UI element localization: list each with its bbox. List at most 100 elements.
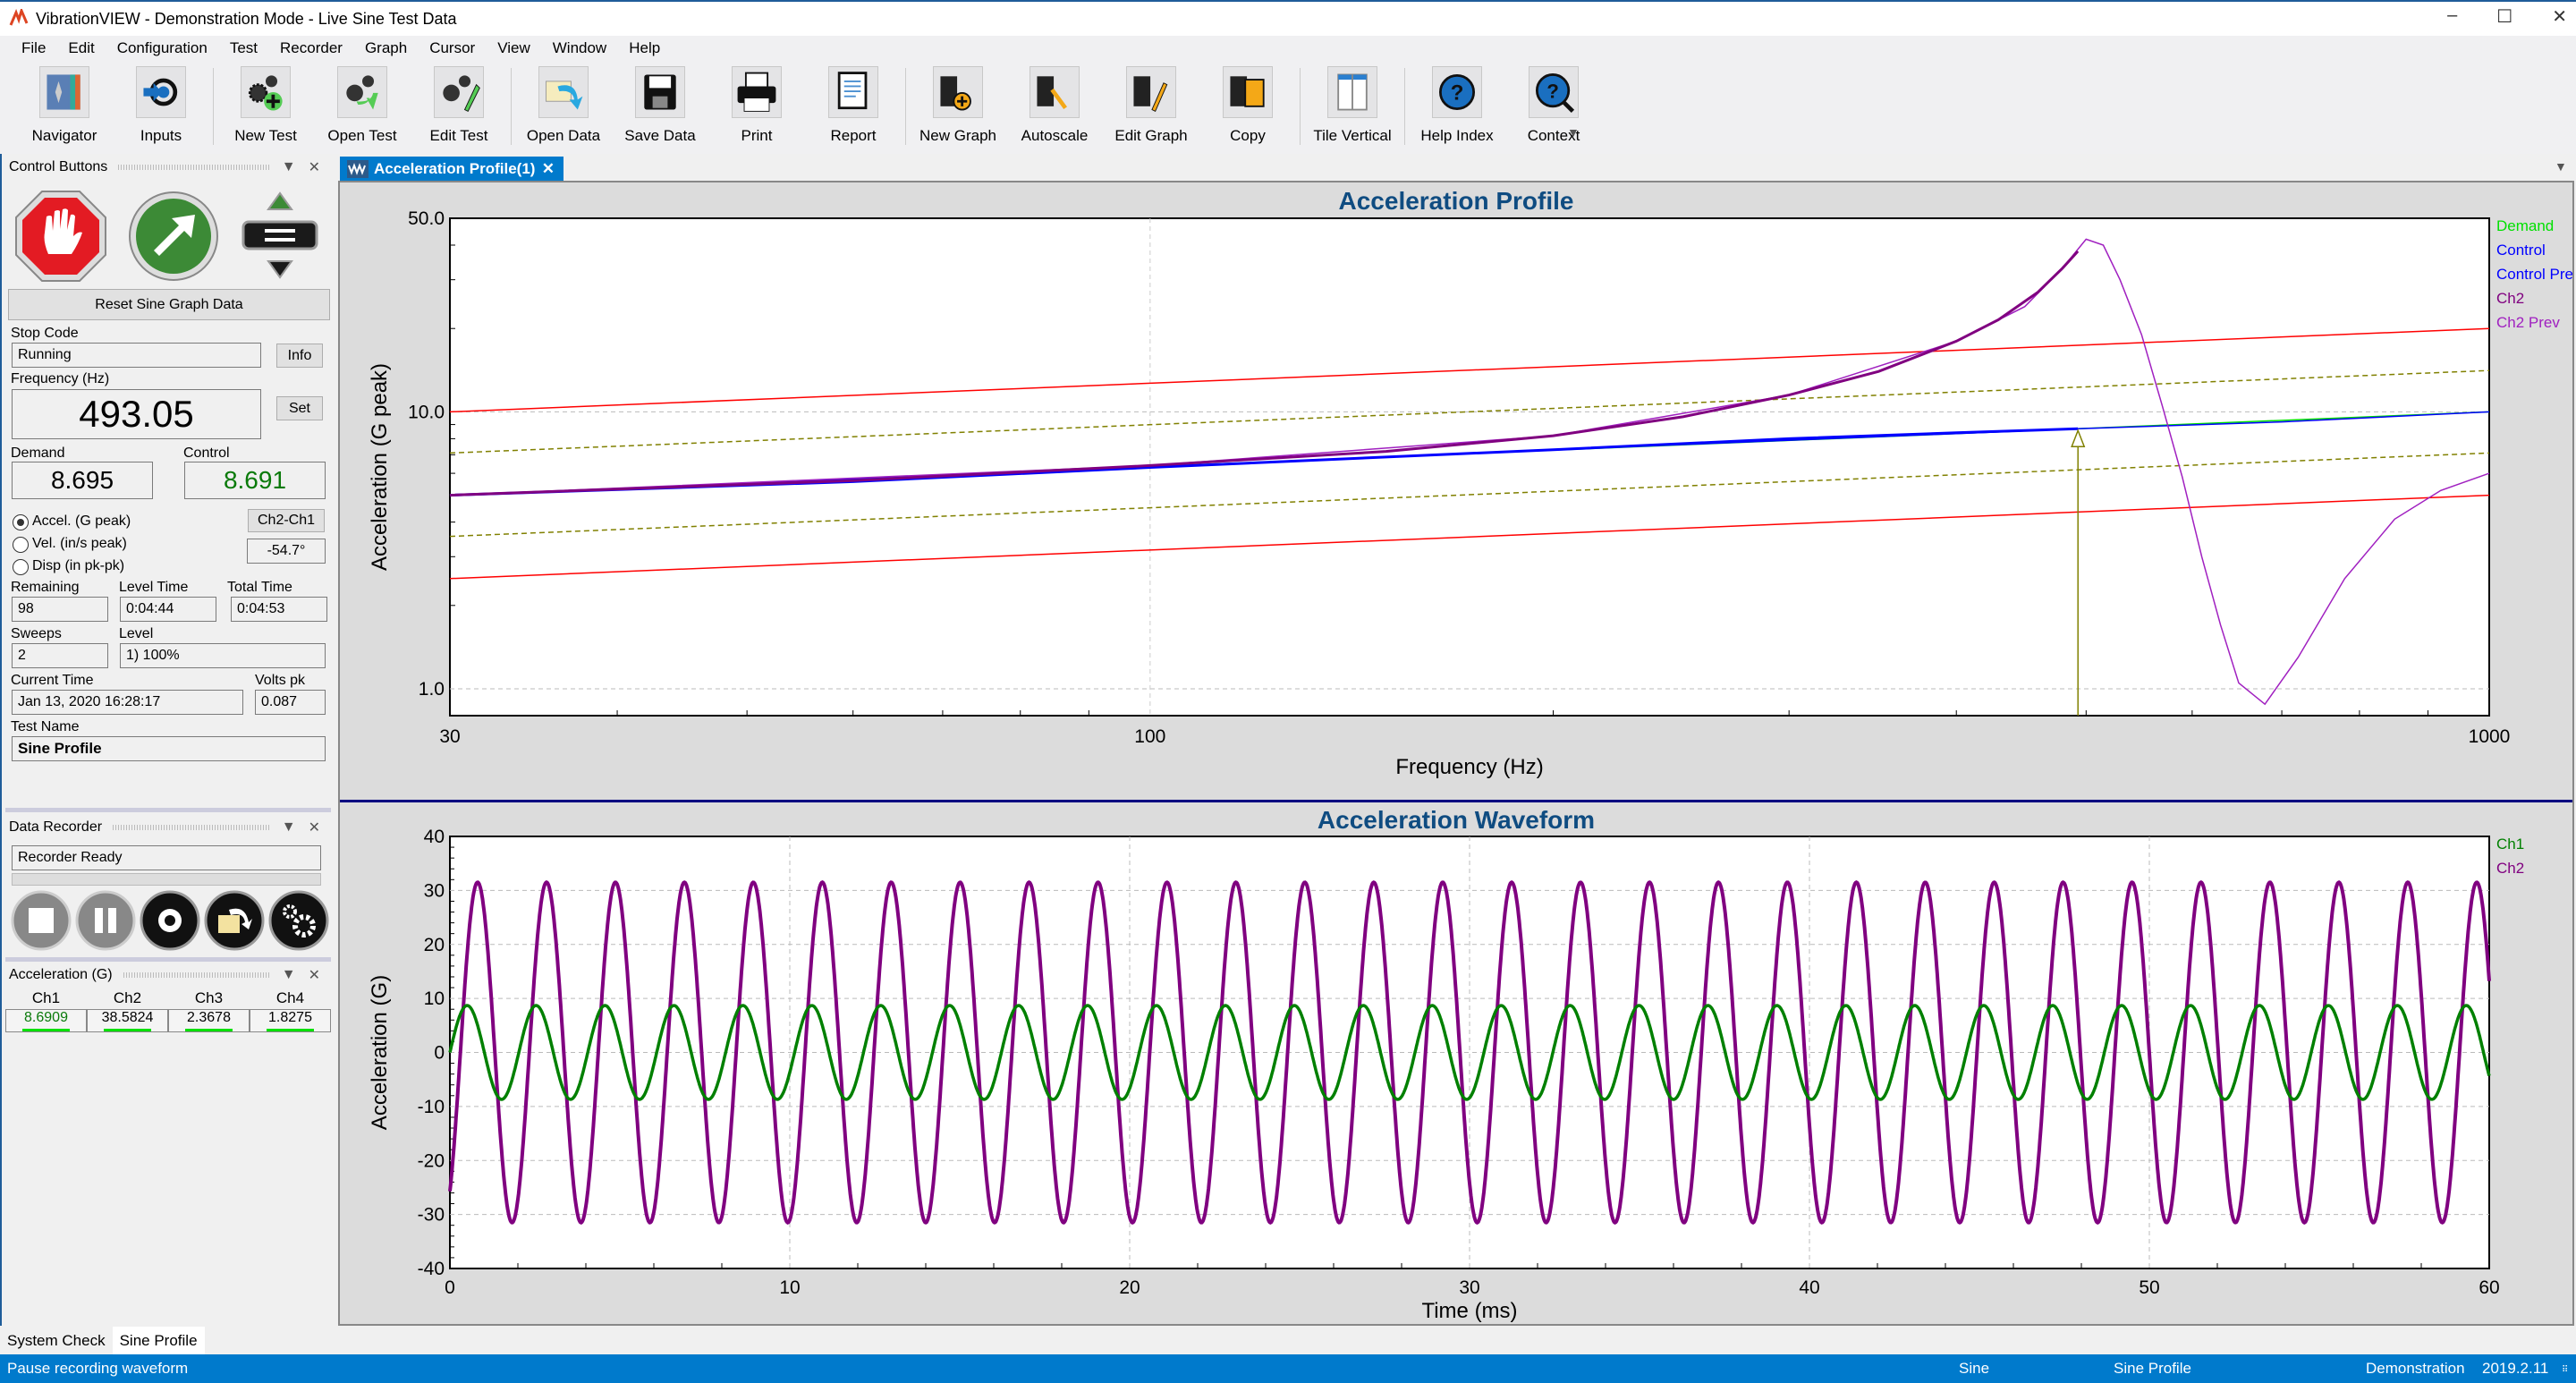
edit-graph-button[interactable]: Edit Graph	[1103, 61, 1199, 154]
inputs-button[interactable]: Inputs	[113, 61, 209, 154]
status-bar: Pause recording waveform Sine Sine Profi…	[0, 1354, 2576, 1383]
status-license: Demonstration	[2366, 1360, 2465, 1377]
tab-system-check[interactable]: System Check	[0, 1327, 113, 1354]
panel-close-icon[interactable]: ✕	[309, 819, 320, 836]
menu-help[interactable]: Help	[629, 39, 660, 57]
toolbar-button-label: Navigator	[31, 127, 97, 144]
x-tick-label: 100	[1134, 726, 1165, 747]
svg-text:?: ?	[1451, 81, 1464, 105]
panel-close-icon[interactable]: ✕	[309, 158, 320, 176]
legend-entry: Control	[2496, 242, 2546, 259]
status-version: 2019.2.11	[2482, 1360, 2549, 1377]
units-radio-1[interactable]	[13, 537, 29, 553]
control-label: Control	[183, 445, 230, 461]
status-mode: Sine	[1959, 1360, 1990, 1377]
channel-value-text: 8.6909	[24, 1010, 68, 1025]
channel-value: 1.8275	[250, 1009, 331, 1032]
menu-configuration[interactable]: Configuration	[117, 39, 208, 57]
graph-window: Acceleration Profile 30 100 1000 1.0 10.0 50.0…	[338, 181, 2574, 1326]
recorder-record-button[interactable]	[140, 890, 200, 951]
graph-divider	[340, 800, 2572, 802]
charts-canvas: Acceleration Profile30 100 10001.010.050.0…	[340, 182, 2572, 1323]
y-tick-label: -20	[418, 1150, 445, 1171]
menu-file[interactable]: File	[21, 39, 46, 57]
tab-acceleration-profile[interactable]: Acceleration Profile(1) ✕	[340, 157, 564, 182]
recorder-progress-bar	[12, 873, 321, 886]
stop-code-field: Running	[12, 343, 261, 368]
panel-menu-icon[interactable]: ▼	[282, 159, 296, 175]
open-data-button[interactable]: Open Data	[515, 61, 612, 154]
doc-list-dropdown-icon[interactable]: ▼	[2555, 159, 2567, 174]
current-time-label: Current Time	[11, 673, 94, 688]
channel-name: Ch4	[275, 989, 305, 1006]
panel-close-icon[interactable]: ✕	[309, 966, 320, 984]
new-graph-button[interactable]: New Graph	[910, 61, 1006, 154]
panel-title: Data Recorder	[9, 819, 103, 835]
level-adjust-control[interactable]	[240, 190, 320, 283]
y-axis-label: Acceleration (G)	[368, 975, 392, 1130]
context-button[interactable]: ? Context	[1505, 61, 1602, 154]
menu-view[interactable]: View	[497, 39, 530, 57]
acceleration-meters-header: Acceleration (G) ▼ ✕	[2, 962, 333, 988]
minimize-button[interactable]: –	[2447, 5, 2457, 28]
channel-level-bar	[21, 1029, 71, 1031]
edit-test-button[interactable]: Edit Test	[411, 61, 507, 154]
channel-value-text: 2.3678	[187, 1010, 231, 1025]
new-test-button[interactable]: New Test	[217, 61, 314, 154]
channel-value-text: 38.5824	[101, 1010, 154, 1025]
toolbar-overflow-icon[interactable]: ▼	[1567, 125, 1580, 140]
open-test-button[interactable]: Open Test	[314, 61, 411, 154]
menu-recorder[interactable]: Recorder	[280, 39, 343, 57]
toolbar-button-label: Edit Graph	[1114, 127, 1188, 144]
menu-cursor[interactable]: Cursor	[429, 39, 475, 57]
recorder-open-file-button[interactable]	[204, 890, 265, 951]
stop-button[interactable]	[14, 190, 107, 283]
menu-edit[interactable]: Edit	[68, 39, 94, 57]
toolbar-separator	[511, 68, 512, 145]
new-test-icon	[248, 75, 283, 111]
recorder-status: Recorder Ready	[12, 845, 321, 870]
save-data-button[interactable]: Save Data	[612, 61, 708, 154]
sweeps-label: Sweeps	[11, 626, 62, 641]
recorder-stop-button[interactable]	[11, 890, 72, 951]
close-button[interactable]: ✕	[2552, 5, 2567, 28]
units-radio-0[interactable]	[13, 514, 29, 530]
resize-grip-icon[interactable]: ⠿	[2562, 1365, 2568, 1375]
autoscale-button[interactable]: Autoscale	[1006, 61, 1103, 154]
toolbar-button-label: Help Index	[1420, 127, 1494, 144]
report-button[interactable]: Report	[805, 61, 902, 154]
menu-graph[interactable]: Graph	[365, 39, 407, 57]
recorder-pause-button[interactable]	[75, 890, 136, 951]
tab-sine-profile[interactable]: Sine Profile	[112, 1327, 205, 1354]
panel-menu-icon[interactable]: ▼	[282, 967, 296, 983]
phase-value: -54.7°	[247, 539, 326, 564]
menu-test[interactable]: Test	[230, 39, 258, 57]
x-tick-label: 20	[1119, 1277, 1140, 1298]
help-index-button[interactable]: ? Help Index	[1409, 61, 1505, 154]
reset-sine-graph-button[interactable]: Reset Sine Graph Data	[8, 289, 330, 320]
units-radio-label: Accel. (G peak)	[32, 513, 131, 529]
demand-value: 8.695	[12, 462, 153, 499]
menu-window[interactable]: Window	[553, 39, 606, 57]
menu-bar: File Edit Configuration Test Recorder Graph Cu…	[0, 36, 2576, 61]
recorder-settings-button[interactable]	[268, 890, 329, 951]
info-button[interactable]: Info	[276, 344, 323, 368]
start-button[interactable]	[127, 190, 220, 283]
phase-channel-button[interactable]: Ch2-Ch1	[248, 509, 325, 532]
tile-vertical-button[interactable]: Tile Vertical	[1304, 61, 1401, 154]
app-logo-icon	[9, 9, 29, 26]
recorder-buttons	[11, 890, 329, 951]
maximize-button[interactable]: ☐	[2496, 5, 2512, 28]
channel-meter: Ch3 2.3678	[168, 989, 250, 1032]
navigator-button[interactable]: Navigator	[16, 61, 113, 154]
toolbar-button-label: Open Test	[327, 127, 397, 144]
channel-name: Ch3	[194, 989, 224, 1006]
legend-entry: Ch2	[2496, 290, 2524, 307]
set-frequency-button[interactable]: Set	[276, 396, 323, 420]
units-radio-2[interactable]	[13, 559, 29, 575]
copy-button[interactable]: Copy	[1199, 61, 1296, 154]
tab-close-icon[interactable]: ✕	[542, 160, 555, 178]
channel-meter: Ch2 38.5824	[87, 989, 168, 1032]
panel-menu-icon[interactable]: ▼	[282, 819, 296, 836]
print-button[interactable]: Print	[708, 61, 805, 154]
